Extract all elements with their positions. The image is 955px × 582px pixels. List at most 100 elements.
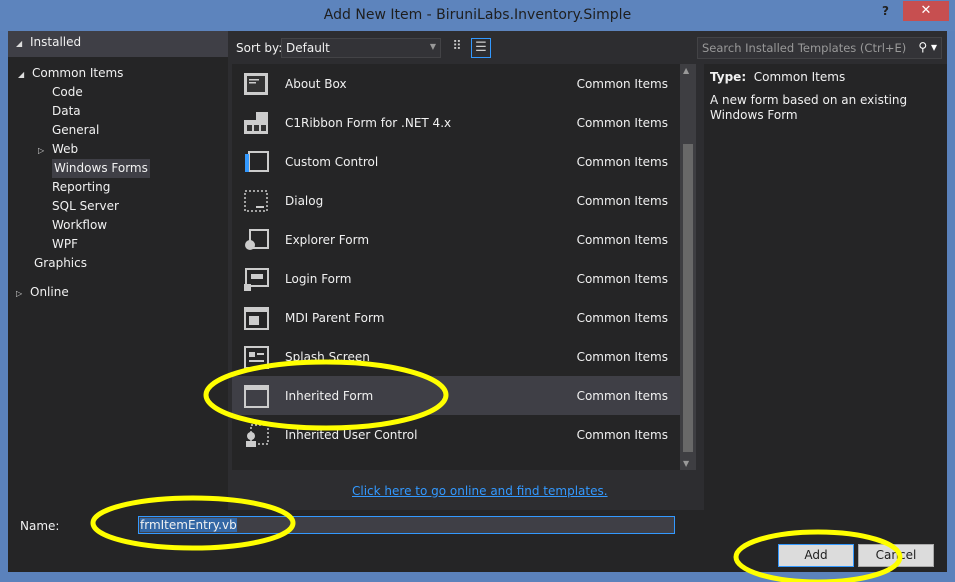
template-category: Common Items (576, 116, 668, 130)
template-category: Common Items (576, 389, 668, 403)
template-name: Login Form (285, 272, 352, 286)
template-category: Common Items (576, 77, 668, 91)
scroll-thumb[interactable] (683, 144, 693, 452)
sort-dropdown[interactable]: Default ▼ (281, 38, 441, 58)
name-label: Name: (20, 519, 60, 533)
scrollbar[interactable]: ▲ ▼ (680, 64, 696, 470)
explorer-form-icon (245, 229, 269, 250)
template-item-inherited-form[interactable]: Inherited Form Common Items (232, 376, 680, 415)
tree-item-common-items[interactable]: ◢ Common Items (8, 64, 228, 83)
tree-item-general[interactable]: General (8, 121, 228, 140)
title-bar: Add New Item - BiruniLabs.Inventory.Simp… (0, 0, 955, 31)
tree-item-web-label: Web (52, 142, 79, 156)
search-input[interactable]: Search Installed Templates (Ctrl+E) ⚲ ▾ (697, 37, 942, 59)
chevron-down-icon: ▼ (429, 42, 436, 51)
template-name: About Box (285, 77, 347, 91)
template-item-explorer-form[interactable]: Explorer Form Common Items (232, 220, 680, 259)
tree-item-wpf-label: WPF (52, 237, 79, 251)
template-item-login-form[interactable]: Login Form Common Items (232, 259, 680, 298)
cancel-button[interactable]: Cancel (858, 544, 934, 567)
tree-item-graphics[interactable]: Graphics (8, 254, 228, 273)
tree-item-reporting-label: Reporting (52, 180, 111, 194)
expand-icon[interactable]: ▷ (16, 284, 30, 303)
tree-item-online-label: Online (30, 285, 69, 299)
collapse-icon[interactable]: ◢ (18, 65, 32, 84)
template-name: Dialog (285, 194, 324, 208)
tree-item-data[interactable]: Data (8, 102, 228, 121)
grid-view-icon[interactable]: ⠿ (447, 38, 467, 58)
tree-item-general-label: General (52, 123, 100, 137)
add-button[interactable]: Add (778, 544, 854, 567)
template-item-inherited-user-control[interactable]: Inherited User Control Common Items (232, 415, 680, 454)
template-name: Explorer Form (285, 233, 370, 247)
custom-control-icon (245, 151, 269, 172)
tree-item-sql-server-label: SQL Server (52, 199, 119, 213)
tree-item-online[interactable]: ▷ Online (8, 283, 228, 302)
inherited-control-icon (246, 424, 269, 447)
category-tree: ◢ Installed ◢ Common Items Code Data General ▷… (8, 31, 228, 510)
template-category: Common Items (576, 272, 668, 286)
tree-item-windows-forms[interactable]: Windows Forms (8, 159, 228, 178)
template-item-mdi-parent-form[interactable]: MDI Parent Form Common Items (232, 298, 680, 337)
tree-header-installed[interactable]: ◢ Installed (8, 31, 228, 57)
tree-item-data-label: Data (52, 104, 81, 118)
template-category: Common Items (576, 311, 668, 325)
dialog-icon (244, 190, 268, 212)
tree-item-code-label: Code (52, 85, 83, 99)
template-name: Inherited Form (285, 389, 374, 403)
close-button[interactable]: ✕ (903, 1, 949, 21)
scroll-down-icon[interactable]: ▼ (683, 459, 689, 468)
template-category: Common Items (576, 155, 668, 169)
scroll-up-icon[interactable]: ▲ (683, 66, 689, 75)
login-form-icon (244, 268, 269, 291)
details-panel: Type: Common Items A new form based on a… (704, 64, 947, 510)
search-icon[interactable]: ⚲ ▾ (918, 40, 937, 54)
tree-item-windows-forms-label: Windows Forms (52, 159, 150, 178)
dialog-body: ◢ Installed ◢ Common Items Code Data General ▷… (8, 31, 947, 572)
template-item-about-box[interactable]: About Box Common Items (232, 64, 680, 103)
online-templates-link[interactable]: Click here to go online and find templat… (352, 484, 608, 498)
template-list: About Box Common Items C1Ribbon Form for .… (232, 64, 680, 470)
template-category: Common Items (576, 350, 668, 364)
splash-screen-icon (244, 346, 269, 369)
expand-icon[interactable]: ▷ (38, 141, 52, 160)
tree-item-code[interactable]: Code (8, 83, 228, 102)
template-item-splash-screen[interactable]: Splash Screen Common Items (232, 337, 680, 376)
about-box-icon (244, 73, 268, 95)
template-name: Inherited User Control (285, 428, 418, 442)
sort-label: Sort by: (236, 41, 283, 55)
list-view-icon[interactable]: ☰ (471, 38, 491, 58)
help-button[interactable]: ? (882, 4, 889, 18)
template-name: C1Ribbon Form for .NET 4.x (285, 116, 452, 130)
name-input[interactable]: frmItemEntry.vb (138, 516, 675, 534)
toolbar: Sort by: Default ▼ ⠿ ☰ (232, 35, 698, 61)
collapse-icon: ◢ (16, 39, 23, 48)
inherited-form-icon (244, 385, 269, 408)
tree-item-common-items-label: Common Items (32, 66, 124, 80)
tree-item-workflow[interactable]: Workflow (8, 216, 228, 235)
template-name: Custom Control (285, 155, 379, 169)
tree-item-workflow-label: Workflow (52, 218, 108, 232)
template-category: Common Items (576, 194, 668, 208)
template-name: MDI Parent Form (285, 311, 385, 325)
tree-item-sql-server[interactable]: SQL Server (8, 197, 228, 216)
window-title: Add New Item - BiruniLabs.Inventory.Simp… (323, 7, 632, 23)
installed-label: Installed (30, 35, 82, 49)
tree-item-graphics-label: Graphics (34, 256, 87, 270)
template-category: Common Items (576, 233, 668, 247)
search-placeholder: Search Installed Templates (Ctrl+E) (702, 41, 907, 55)
tree-item-wpf[interactable]: WPF (8, 235, 228, 254)
template-item-custom-control[interactable]: Custom Control Common Items (232, 142, 680, 181)
type-label: Type: (710, 70, 747, 84)
tree-item-reporting[interactable]: Reporting (8, 178, 228, 197)
tree-item-web[interactable]: ▷ Web (8, 140, 228, 159)
footer: Name: frmItemEntry.vb Add Cancel (8, 510, 947, 572)
mdi-form-icon (244, 307, 269, 330)
template-name: Splash Screen (285, 350, 370, 364)
description: A new form based on an existing Windows … (710, 93, 908, 122)
type-value: Common Items (753, 70, 846, 84)
template-item-c1ribbon-form-for-net-4-x[interactable]: C1Ribbon Form for .NET 4.x Common Items (232, 103, 680, 142)
name-value: frmItemEntry.vb (140, 518, 237, 532)
template-item-dialog[interactable]: Dialog Common Items (232, 181, 680, 220)
